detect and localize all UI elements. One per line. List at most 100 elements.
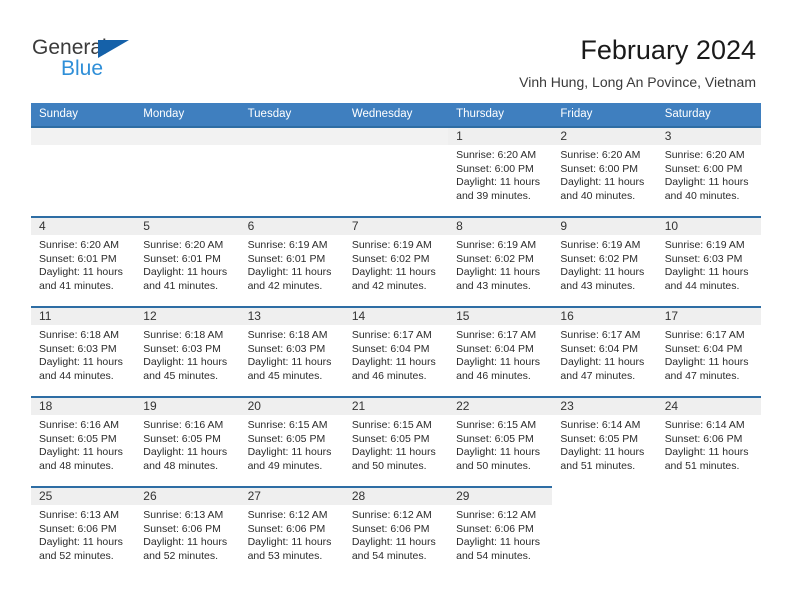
sunrise-text: Sunrise: 6:12 AM	[247, 509, 328, 521]
day-cell[interactable]: 20 Sunrise: 6:15 AM Sunset: 6:05 PM Dayligh…	[239, 396, 344, 486]
day-number-band: 18	[31, 396, 136, 415]
day-details: Sunrise: 6:13 AM Sunset: 6:06 PM Daylight:…	[31, 505, 135, 563]
day-details: Sunrise: 6:19 AM Sunset: 6:02 PM Daylight:…	[552, 235, 656, 293]
sunrise-text: Sunrise: 6:17 AM	[456, 329, 537, 341]
day-number: 11	[39, 309, 52, 323]
sunset-text: Sunset: 6:02 PM	[456, 252, 534, 265]
day-number: 22	[456, 399, 470, 413]
daylight-text: Daylight: 11 hours and 47 minutes.	[560, 356, 645, 382]
day-cell[interactable]: 22 Sunrise: 6:15 AM Sunset: 6:05 PM Dayligh…	[448, 396, 553, 486]
day-cell[interactable]: 6 Sunrise: 6:19 AM Sunset: 6:01 PM Daylight…	[239, 216, 344, 306]
sunset-text: Sunset: 6:05 PM	[351, 432, 430, 445]
calendar-page: General Blue February 2024 Vinh Hung, Lo…	[0, 0, 792, 612]
day-cell[interactable]: 10 Sunrise: 6:19 AM Sunset: 6:03 PM Dayligh…	[656, 216, 761, 306]
daylight-text: Daylight: 11 hours and 46 minutes.	[456, 356, 540, 382]
day-details: Sunrise: 6:17 AM Sunset: 6:04 PM Daylight:…	[448, 325, 552, 383]
day-number-band: 9	[552, 216, 657, 235]
day-number-band: 4	[31, 216, 136, 235]
day-cell[interactable]: 29 Sunrise: 6:12 AM Sunset: 6:06 PM Dayligh…	[448, 486, 553, 569]
calendar-grid: Sunday Monday Tuesday Wednesday Thursday…	[31, 103, 761, 569]
day-cell[interactable]: 1 Sunrise: 6:20 AM Sunset: 6:00 PM Daylight…	[448, 126, 553, 216]
day-cell[interactable]: 9 Sunrise: 6:19 AM Sunset: 6:02 PM Daylight…	[552, 216, 657, 306]
day-cell[interactable]: 13 Sunrise: 6:18 AM Sunset: 6:03 PM Dayligh…	[239, 306, 344, 396]
day-cell[interactable]: 3 Sunrise: 6:20 AM Sunset: 6:00 PM Daylight…	[656, 126, 761, 216]
day-cell[interactable]: 18 Sunrise: 6:16 AM Sunset: 6:05 PM Dayligh…	[31, 396, 136, 486]
sunset-text: Sunset: 6:03 PM	[39, 342, 117, 355]
daylight-text: Daylight: 11 hours and 50 minutes.	[456, 446, 540, 472]
daylight-text: Daylight: 11 hours and 42 minutes.	[247, 266, 332, 292]
day-number: 12	[143, 309, 157, 323]
day-number-band: 11	[31, 306, 136, 325]
weekday-saturday: Saturday	[664, 108, 711, 120]
day-number: 5	[143, 219, 150, 233]
page-subtitle: Vinh Hung, Long An Povince, Vietnam	[519, 74, 756, 90]
day-cell[interactable]: 28 Sunrise: 6:12 AM Sunset: 6:06 PM Dayligh…	[343, 486, 449, 569]
day-cell-empty	[343, 126, 449, 216]
day-number: 10	[664, 219, 679, 233]
day-number-band: 21	[343, 396, 449, 415]
day-number: 17	[664, 309, 679, 323]
day-number-band: 8	[448, 216, 553, 235]
day-details: Sunrise: 6:12 AM Sunset: 6:06 PM Daylight:…	[448, 505, 552, 563]
day-details: Sunrise: 6:18 AM Sunset: 6:03 PM Daylight:…	[240, 325, 344, 383]
sunrise-text: Sunrise: 6:13 AM	[143, 509, 224, 521]
day-number-band: 22	[448, 396, 553, 415]
day-details: Sunrise: 6:18 AM Sunset: 6:03 PM Daylight:…	[31, 325, 135, 383]
day-details: Sunrise: 6:19 AM Sunset: 6:02 PM Daylight:…	[344, 235, 448, 293]
day-cell[interactable]: 2 Sunrise: 6:20 AM Sunset: 6:00 PM Daylight…	[552, 126, 657, 216]
calendar-week-row: 25 Sunrise: 6:13 AM Sunset: 6:06 PM Dayligh…	[31, 486, 761, 569]
sunset-text: Sunset: 6:05 PM	[39, 432, 117, 445]
day-number-band	[552, 486, 656, 505]
sunrise-text: Sunrise: 6:16 AM	[39, 419, 119, 431]
day-cell-empty	[552, 486, 656, 569]
calendar-week-row: 18 Sunrise: 6:16 AM Sunset: 6:05 PM Dayligh…	[31, 396, 761, 486]
day-cell[interactable]: 23 Sunrise: 6:14 AM Sunset: 6:05 PM Dayligh…	[552, 396, 657, 486]
day-cell[interactable]: 14 Sunrise: 6:17 AM Sunset: 6:04 PM Dayligh…	[343, 306, 449, 396]
day-cell[interactable]: 7 Sunrise: 6:19 AM Sunset: 6:02 PM Daylight…	[343, 216, 449, 306]
day-cell[interactable]: 17 Sunrise: 6:17 AM Sunset: 6:04 PM Dayligh…	[656, 306, 761, 396]
day-number-band: 2	[552, 126, 657, 145]
sunrise-text: Sunrise: 6:20 AM	[456, 149, 537, 161]
sunset-text: Sunset: 6:06 PM	[143, 522, 221, 535]
day-cell[interactable]: 25 Sunrise: 6:13 AM Sunset: 6:06 PM Dayligh…	[31, 486, 136, 569]
day-number: 19	[143, 399, 157, 413]
page-header: General Blue February 2024 Vinh Hung, Lo…	[0, 0, 792, 103]
day-number-band: 15	[448, 306, 553, 325]
day-cell[interactable]: 5 Sunrise: 6:20 AM Sunset: 6:01 PM Daylight…	[135, 216, 240, 306]
daylight-text: Daylight: 11 hours and 53 minutes.	[247, 536, 332, 562]
day-number: 21	[351, 399, 366, 413]
daylight-text: Daylight: 11 hours and 41 minutes.	[39, 266, 123, 292]
sunset-text: Sunset: 6:04 PM	[456, 342, 534, 355]
day-details: Sunrise: 6:16 AM Sunset: 6:05 PM Daylight:…	[135, 415, 239, 473]
day-cell[interactable]: 27 Sunrise: 6:12 AM Sunset: 6:06 PM Dayligh…	[239, 486, 344, 569]
sunset-text: Sunset: 6:02 PM	[351, 252, 430, 265]
sunset-text: Sunset: 6:05 PM	[143, 432, 221, 445]
day-number-band: 6	[239, 216, 344, 235]
day-details: Sunrise: 6:17 AM Sunset: 6:04 PM Daylight:…	[657, 325, 761, 383]
day-number-band: 27	[239, 486, 344, 505]
day-cell[interactable]: 8 Sunrise: 6:19 AM Sunset: 6:02 PM Daylight…	[448, 216, 553, 306]
day-number-band: 28	[343, 486, 449, 505]
day-cell[interactable]: 15 Sunrise: 6:17 AM Sunset: 6:04 PM Dayligh…	[448, 306, 553, 396]
sunset-text: Sunset: 6:00 PM	[456, 162, 534, 175]
sunrise-text: Sunrise: 6:20 AM	[39, 239, 119, 251]
day-number: 13	[247, 309, 261, 323]
day-details: Sunrise: 6:20 AM Sunset: 6:00 PM Daylight:…	[657, 145, 761, 203]
day-cell[interactable]: 12 Sunrise: 6:18 AM Sunset: 6:03 PM Dayligh…	[135, 306, 240, 396]
sunrise-text: Sunrise: 6:15 AM	[247, 419, 328, 431]
day-cell[interactable]: 16 Sunrise: 6:17 AM Sunset: 6:04 PM Dayligh…	[552, 306, 657, 396]
day-cell[interactable]: 11 Sunrise: 6:18 AM Sunset: 6:03 PM Dayligh…	[31, 306, 136, 396]
day-cell[interactable]: 4 Sunrise: 6:20 AM Sunset: 6:01 PM Daylight…	[31, 216, 136, 306]
daylight-text: Daylight: 11 hours and 41 minutes.	[143, 266, 228, 292]
weekday-header-row: Sunday Monday Tuesday Wednesday Thursday…	[31, 103, 761, 126]
day-cell[interactable]: 21 Sunrise: 6:15 AM Sunset: 6:05 PM Dayligh…	[343, 396, 449, 486]
day-cell[interactable]: 26 Sunrise: 6:13 AM Sunset: 6:06 PM Dayligh…	[135, 486, 240, 569]
day-cell[interactable]: 24 Sunrise: 6:14 AM Sunset: 6:06 PM Dayligh…	[656, 396, 761, 486]
weekday-friday: Friday	[560, 108, 593, 120]
day-cell[interactable]: 19 Sunrise: 6:16 AM Sunset: 6:05 PM Dayligh…	[135, 396, 240, 486]
day-details: Sunrise: 6:16 AM Sunset: 6:05 PM Daylight:…	[31, 415, 135, 473]
sunrise-text: Sunrise: 6:18 AM	[39, 329, 119, 341]
sunrise-text: Sunrise: 6:18 AM	[143, 329, 224, 341]
daylight-text: Daylight: 11 hours and 40 minutes.	[560, 176, 645, 202]
day-number: 4	[39, 219, 46, 233]
